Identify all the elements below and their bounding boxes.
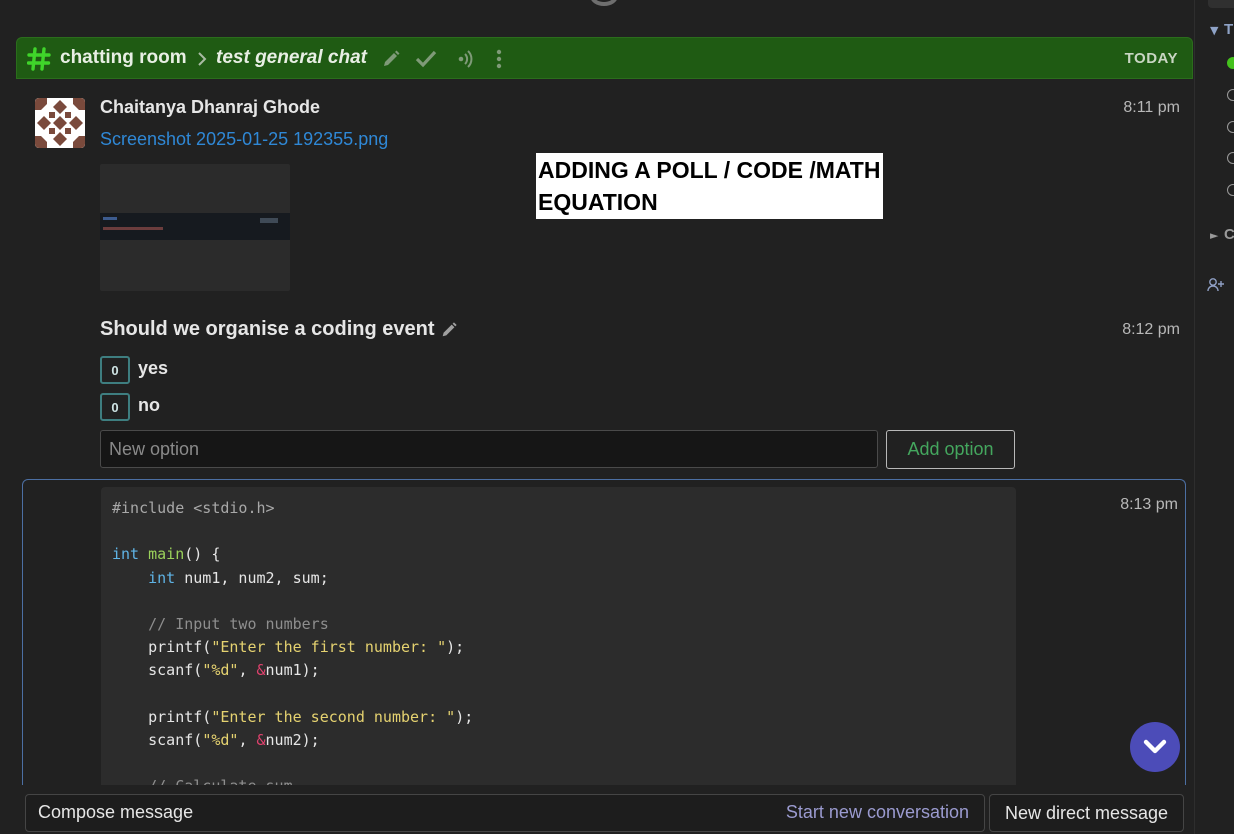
poll-option-label: no: [138, 395, 160, 415]
check-icon[interactable]: [415, 49, 437, 73]
collapse-triangle-icon[interactable]: ▼: [1210, 24, 1218, 37]
avatar[interactable]: [35, 98, 85, 148]
poll-option-label: yes: [138, 358, 169, 378]
sender-name[interactable]: Chaitanya Dhanraj Ghode: [100, 97, 320, 118]
add-user-icon[interactable]: [1207, 277, 1227, 297]
message-time[interactable]: 8:12 pm: [1122, 321, 1180, 339]
compose-message-box[interactable]: Compose message Start new conversation: [25, 794, 985, 832]
date-label: TODAY: [1124, 50, 1178, 67]
vote-button[interactable]: 0: [100, 393, 130, 421]
pencil-icon[interactable]: [381, 49, 401, 73]
poll-question: Should we organise a coding event: [100, 318, 435, 340]
edit-poll-icon[interactable]: [440, 321, 458, 343]
user-status-icon[interactable]: [1227, 184, 1234, 196]
chevron-down-icon: [1143, 739, 1167, 754]
right-sidebar-section-initial[interactable]: C: [1224, 226, 1234, 243]
new-direct-message-button[interactable]: New direct message: [989, 794, 1184, 832]
right-sidebar-top-stripe: [1208, 0, 1234, 8]
add-option-button[interactable]: Add option: [886, 430, 1015, 469]
compose-bar: Compose message Start new conversation N…: [16, 785, 1194, 834]
expand-triangle-icon[interactable]: ►: [1210, 229, 1218, 242]
user-status-icon[interactable]: [1227, 89, 1234, 101]
code-message[interactable]: 8:13 pm #include <stdio.h> int main() { …: [22, 479, 1186, 799]
attachment-link[interactable]: Screenshot 2025-01-25 192355.png: [100, 129, 388, 150]
stream-name[interactable]: chatting room: [60, 47, 187, 69]
message-feed: chatting room test general chat TODAY Ch…: [16, 37, 1194, 834]
thumbnail-preview: [100, 213, 290, 240]
new-option-input[interactable]: [100, 430, 878, 468]
message-time[interactable]: 8:11 pm: [1123, 99, 1180, 117]
right-sidebar-section-initial[interactable]: T: [1224, 21, 1233, 38]
user-status-icon[interactable]: [1227, 121, 1234, 133]
code-block: #include <stdio.h> int main() { int num1…: [101, 487, 1016, 799]
scroll-to-bottom-button[interactable]: [1130, 722, 1180, 772]
topic-header: chatting room test general chat TODAY: [16, 37, 1193, 79]
chevron-right-icon: [197, 51, 207, 71]
right-sidebar: ▼ T ► C: [1198, 0, 1234, 834]
sidebar-divider: [1194, 0, 1195, 834]
overlay-caption: ADDING A POLL / CODE /MATH EQUATION: [536, 153, 883, 219]
user-active-status-icon[interactable]: [1227, 57, 1234, 69]
code-content: #include <stdio.h> int main() { int num1…: [112, 499, 474, 795]
topic-name[interactable]: test general chat: [216, 47, 367, 69]
hash-icon: [26, 47, 51, 75]
compose-message-label[interactable]: Compose message: [38, 802, 193, 823]
start-new-conversation-link[interactable]: Start new conversation: [786, 802, 969, 823]
top-partial-icon: [590, 0, 618, 6]
vertical-dots-icon[interactable]: [495, 49, 503, 73]
message-time[interactable]: 8:13 pm: [1120, 496, 1178, 514]
broadcast-icon[interactable]: [453, 49, 475, 73]
image-thumbnail[interactable]: [100, 164, 290, 291]
vote-button[interactable]: 0: [100, 356, 130, 384]
user-status-icon[interactable]: [1227, 152, 1234, 164]
